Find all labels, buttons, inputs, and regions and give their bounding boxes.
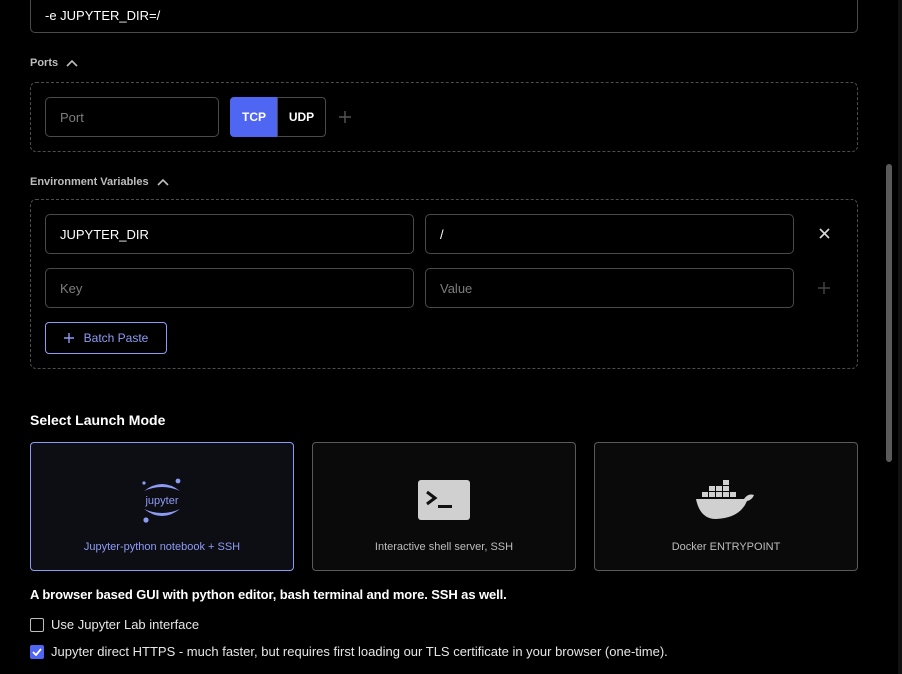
env-value-input[interactable]: /: [425, 214, 794, 254]
plus-icon: [63, 333, 74, 343]
env-section-header[interactable]: Environment Variables: [30, 174, 169, 190]
key-placeholder: Key: [60, 280, 83, 296]
add-env-button[interactable]: [813, 277, 835, 299]
jupyter-logo-icon: jupyter: [138, 471, 186, 529]
plus-icon: [339, 111, 351, 123]
new-key-input[interactable]: Key: [45, 268, 414, 308]
launch-mode-title: Select Launch Mode: [30, 412, 166, 428]
jupyter-lab-label: Use Jupyter Lab interface: [51, 617, 200, 632]
mode-card-jupyter[interactable]: jupyter Jupyter-python notebook + SSH: [30, 442, 294, 571]
direct-https-label: Jupyter direct HTTPS - much faster, but …: [51, 644, 668, 659]
env-value-value: /: [440, 226, 444, 242]
batch-paste-button[interactable]: Batch Paste: [45, 322, 167, 354]
tcp-button[interactable]: TCP: [230, 97, 278, 137]
udp-button[interactable]: UDP: [277, 97, 326, 137]
terminal-icon: [418, 471, 470, 529]
batch-paste-label: Batch Paste: [83, 331, 149, 345]
remove-env-button[interactable]: [813, 222, 835, 244]
launch-mode-description: A browser based GUI with python editor, …: [30, 587, 507, 602]
chevron-up-icon: [66, 59, 78, 67]
chevron-up-icon: [157, 178, 169, 186]
checkmark-icon: [32, 647, 42, 656]
jupyter-lab-option[interactable]: Use Jupyter Lab interface: [30, 617, 199, 632]
direct-https-option[interactable]: Jupyter direct HTTPS - much faster, but …: [30, 644, 668, 659]
value-placeholder: Value: [440, 280, 473, 296]
add-port-button[interactable]: [335, 106, 355, 128]
mode-card-shell[interactable]: Interactive shell server, SSH: [312, 442, 576, 571]
ports-label: Ports: [30, 57, 59, 69]
docker-logo-icon: [694, 471, 758, 529]
new-value-input[interactable]: Value: [425, 268, 794, 308]
tcp-label: TCP: [242, 110, 266, 124]
jupyter-logo-text: jupyter: [144, 495, 178, 507]
direct-https-checkbox[interactable]: [30, 644, 44, 659]
udp-label: UDP: [288, 110, 315, 124]
port-placeholder: Port: [60, 109, 84, 125]
plus-icon: [818, 282, 830, 294]
env-label: Environment Variables: [30, 176, 149, 188]
env-key-input[interactable]: JUPYTER_DIR: [45, 214, 414, 254]
mode-label-jupyter: Jupyter-python notebook + SSH: [83, 541, 241, 553]
close-icon: [818, 227, 830, 239]
docker-options-value: -e JUPYTER_DIR=/: [45, 8, 161, 23]
jupyter-lab-checkbox[interactable]: [30, 617, 44, 632]
mode-label-docker: Docker ENTRYPOINT: [671, 541, 781, 553]
ports-section-header[interactable]: Ports: [30, 55, 78, 71]
mode-card-docker[interactable]: Docker ENTRYPOINT: [594, 442, 858, 571]
docker-options-input[interactable]: -e JUPYTER_DIR=/: [30, 0, 858, 33]
scrollbar-thumb[interactable]: [886, 164, 892, 462]
env-key-value: JUPYTER_DIR: [60, 226, 149, 242]
mode-label-shell: Interactive shell server, SSH: [374, 541, 514, 553]
window-edge: [898, 0, 902, 674]
port-input[interactable]: Port: [45, 97, 219, 137]
